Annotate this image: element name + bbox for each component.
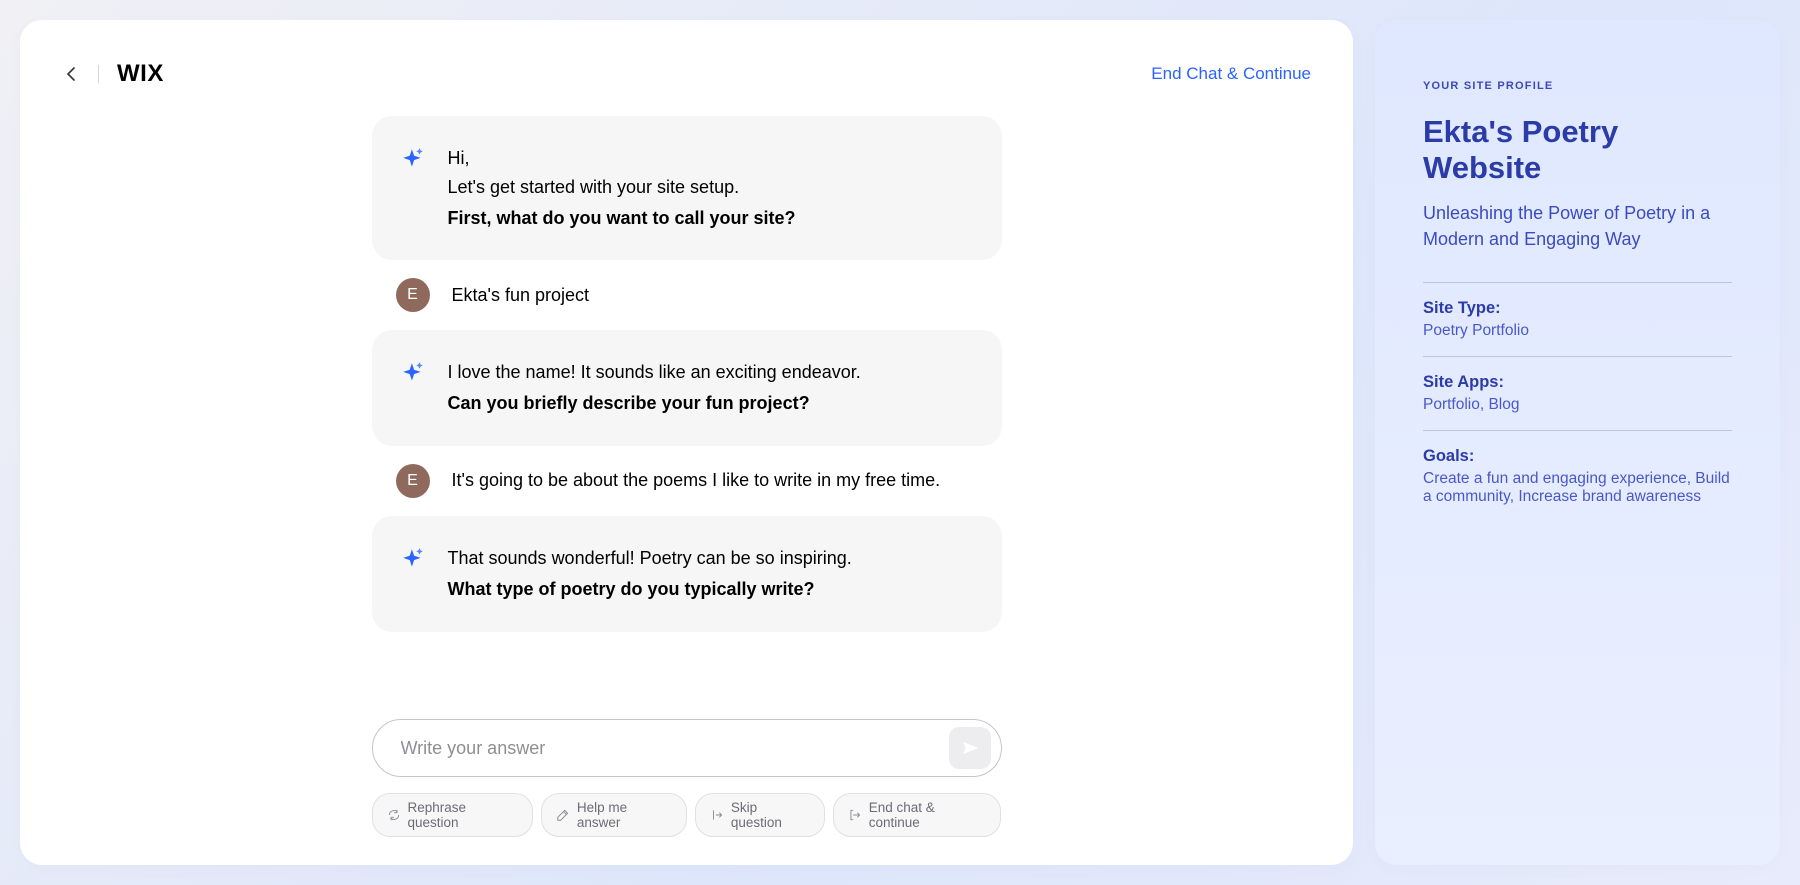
- ai-message: That sounds wonderful! Poetry can be so …: [372, 516, 1002, 632]
- user-avatar: E: [396, 464, 430, 498]
- top-bar: WIX End Chat & Continue: [62, 60, 1311, 88]
- ai-question: Can you briefly describe your fun projec…: [448, 389, 861, 418]
- composer-area: Rephrase question Help me answer Skip qu…: [372, 719, 1002, 837]
- profile-label: Site Apps:: [1423, 373, 1732, 392]
- ai-line: That sounds wonderful! Poetry can be so …: [448, 548, 852, 568]
- chat-area: Hi, Let's get started with your site set…: [62, 116, 1311, 701]
- pill-label: Rephrase question: [408, 800, 518, 830]
- send-icon: [961, 739, 979, 757]
- profile-subtitle: Unleashing the Power of Poetry in a Mode…: [1423, 200, 1732, 252]
- refresh-icon: [387, 808, 401, 822]
- ai-text: That sounds wonderful! Poetry can be so …: [448, 544, 852, 604]
- chevron-left-icon: [67, 67, 76, 81]
- ai-line: Hi,: [448, 148, 470, 168]
- profile-section: Site Type: Poetry Portfolio: [1423, 282, 1732, 356]
- ai-message: Hi, Let's get started with your site set…: [372, 116, 1002, 260]
- send-button[interactable]: [949, 727, 991, 769]
- ai-question: What type of poetry do you typically wri…: [448, 575, 852, 604]
- divider: [98, 65, 99, 83]
- profile-eyebrow: YOUR SITE PROFILE: [1423, 80, 1732, 92]
- help-button[interactable]: Help me answer: [541, 793, 687, 837]
- profile-label: Goals:: [1423, 447, 1732, 466]
- answer-input[interactable]: [401, 738, 949, 759]
- end-chat-button[interactable]: End chat & continue: [833, 793, 1002, 837]
- back-button[interactable]: [62, 65, 80, 83]
- wix-logo: WIX: [117, 60, 164, 88]
- user-text: It's going to be about the poems I like …: [452, 470, 941, 491]
- rephrase-button[interactable]: Rephrase question: [372, 793, 533, 837]
- ai-line: I love the name! It sounds like an excit…: [448, 362, 861, 382]
- user-avatar: E: [396, 278, 430, 312]
- ai-line: Let's get started with your site setup.: [448, 177, 740, 197]
- profile-section: Goals: Create a fun and engaging experie…: [1423, 430, 1732, 522]
- ai-text: I love the name! It sounds like an excit…: [448, 358, 861, 418]
- user-message: E It's going to be about the poems I lik…: [372, 464, 1002, 498]
- ai-message: I love the name! It sounds like an excit…: [372, 330, 1002, 446]
- end-chat-link[interactable]: End Chat & Continue: [1151, 64, 1311, 84]
- pill-label: Skip question: [731, 800, 810, 830]
- profile-value: Create a fun and engaging experience, Bu…: [1423, 470, 1732, 506]
- user-text: Ekta's fun project: [452, 285, 590, 306]
- sparkle-icon: [400, 146, 426, 232]
- sparkle-icon: [400, 546, 426, 604]
- pill-label: End chat & continue: [869, 800, 987, 830]
- profile-section: Site Apps: Portfolio, Blog: [1423, 356, 1732, 430]
- top-bar-left: WIX: [62, 60, 164, 88]
- site-profile-panel: YOUR SITE PROFILE Ekta's Poetry Website …: [1375, 20, 1780, 865]
- user-message: E Ekta's fun project: [372, 278, 1002, 312]
- skip-icon: [710, 808, 724, 822]
- action-pills: Rephrase question Help me answer Skip qu…: [372, 793, 1002, 837]
- skip-button[interactable]: Skip question: [695, 793, 825, 837]
- profile-value: Poetry Portfolio: [1423, 322, 1732, 340]
- composer: [372, 719, 1002, 777]
- exit-icon: [848, 808, 862, 822]
- profile-value: Portfolio, Blog: [1423, 396, 1732, 414]
- chat-panel: WIX End Chat & Continue Hi, Let's get st…: [20, 20, 1353, 865]
- ai-question: First, what do you want to call your sit…: [448, 204, 796, 233]
- magic-pen-icon: [556, 808, 570, 822]
- pill-label: Help me answer: [577, 800, 672, 830]
- ai-text: Hi, Let's get started with your site set…: [448, 144, 796, 232]
- profile-title: Ekta's Poetry Website: [1423, 114, 1732, 186]
- profile-label: Site Type:: [1423, 299, 1732, 318]
- chat-scroll: Hi, Let's get started with your site set…: [372, 116, 1002, 632]
- sparkle-icon: [400, 360, 426, 418]
